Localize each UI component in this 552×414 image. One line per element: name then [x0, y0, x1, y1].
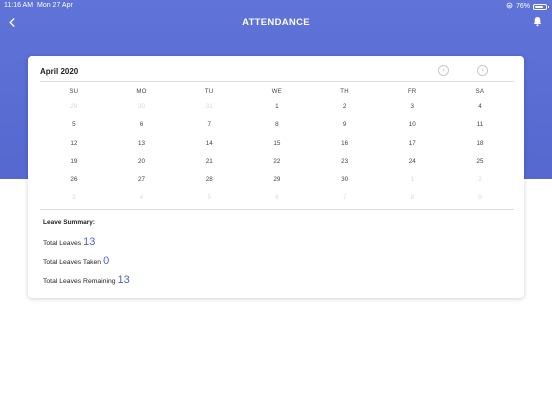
leaves-taken-row: Total Leaves Taken 0 [43, 255, 109, 267]
summary-title: Leave Summary: [43, 219, 96, 226]
leaves-taken-value: 0 [103, 255, 110, 267]
calendar-day[interactable]: 9 [311, 120, 379, 138]
calendar-day[interactable]: 18 [446, 139, 514, 157]
weekday-label: TH [340, 89, 349, 95]
calendar-day[interactable]: 27 [108, 175, 176, 193]
calendar-day[interactable]: 22 [243, 157, 311, 175]
battery-percent: 76% [515, 3, 530, 10]
calendar-day[interactable]: 7 [175, 120, 243, 138]
calendar-day-outside-month[interactable]: 29 [40, 102, 108, 120]
calendar-day[interactable]: 1 [243, 102, 311, 120]
leaves-remaining-label: Total Leaves Remaining [43, 278, 116, 285]
nav-bar: ATTENDANCE [0, 12, 552, 34]
summary-divider [40, 209, 514, 210]
rotation-lock-icon [506, 2, 513, 11]
bell-icon [533, 14, 542, 32]
calendar-week-row: 12 13 14 15 16 17 18 [40, 139, 514, 157]
weekday-header: SU MO TU WE TH FR SA [40, 89, 514, 95]
calendar-day[interactable]: 28 [175, 175, 243, 193]
total-leaves-value: 13 [83, 236, 96, 248]
calendar-day[interactable]: 30 [311, 175, 379, 193]
total-leaves-label: Total Leaves [43, 240, 82, 247]
calendar-day[interactable]: 11 [446, 120, 514, 138]
calendar-day-outside-month[interactable]: 1 [378, 175, 446, 193]
calendar-week-row: 19 20 21 22 23 24 25 [40, 157, 514, 175]
calendar-day[interactable]: 8 [243, 120, 311, 138]
calendar-day[interactable]: 5 [40, 120, 108, 138]
status-right: 76% [506, 2, 549, 11]
calendar-day[interactable]: 2 [311, 102, 379, 120]
calendar-day[interactable]: 26 [40, 175, 108, 193]
calendar-grid: 29 30 31 1 2 3 4 5 6 7 8 9 10 11 12 13 14 15 16 17 18 19 20 21 2… [40, 102, 514, 212]
calendar-day[interactable]: 25 [446, 157, 514, 175]
calendar-day[interactable]: 23 [311, 157, 379, 175]
calendar-day[interactable]: 17 [378, 139, 446, 157]
calendar-day[interactable]: 16 [311, 139, 379, 157]
calendar-day[interactable]: 15 [243, 139, 311, 157]
calendar-day-outside-month[interactable]: 30 [108, 102, 176, 120]
status-time: 11:16 AM [4, 2, 34, 9]
chevron-right-icon: › [481, 67, 484, 74]
calendar-day[interactable]: 24 [378, 157, 446, 175]
calendar-day[interactable]: 14 [175, 139, 243, 157]
calendar-day[interactable]: 3 [378, 102, 446, 120]
page-title: ATTENDANCE [242, 17, 310, 28]
notifications-button[interactable] [529, 14, 545, 32]
calendar-day[interactable]: 10 [378, 120, 446, 138]
weekday-label: SA [475, 89, 485, 95]
battery-icon [533, 3, 549, 10]
weekday-label: FR [407, 89, 417, 95]
calendar-day-outside-month[interactable]: 31 [175, 102, 243, 120]
calendar-day[interactable]: 4 [446, 102, 514, 120]
leaves-taken-label: Total Leaves Taken [43, 259, 102, 266]
leaves-remaining-row: Total Leaves Remaining 13 [43, 274, 130, 286]
calendar-day[interactable]: 19 [40, 157, 108, 175]
next-month-button[interactable]: › [477, 65, 488, 76]
battery-fill [535, 5, 543, 8]
calendar-day[interactable]: 6 [108, 120, 176, 138]
chevron-left-icon: ‹ [442, 67, 445, 74]
calendar-week-row: 29 30 31 1 2 3 4 [40, 102, 514, 120]
weekday-label: WE [271, 89, 283, 95]
calendar-day[interactable]: 13 [108, 139, 176, 157]
calendar-day[interactable]: 21 [175, 157, 243, 175]
weekday-label: TU [204, 89, 214, 95]
total-leaves-row: Total Leaves 13 [43, 236, 95, 248]
calendar-divider [40, 81, 514, 82]
calendar-day[interactable]: 12 [40, 139, 108, 157]
prev-month-button[interactable]: ‹ [438, 65, 449, 76]
calendar-week-row: 5 6 7 8 9 10 11 [40, 120, 514, 138]
weekday-label: MO [136, 89, 147, 95]
attendance-card: April 2020 ‹ › SU MO TU WE TH FR SA 29 30 31 1 2 3 4… [28, 56, 524, 298]
leaves-remaining-value: 13 [117, 274, 130, 286]
calendar-day-outside-month[interactable]: 2 [446, 175, 514, 193]
status-bar: 11:16 AM Mon 27 Apr 76% [0, 0, 552, 12]
weekday-label: SU [69, 89, 79, 95]
status-date: Mon 27 Apr [37, 2, 73, 9]
calendar-day[interactable]: 20 [108, 157, 176, 175]
calendar-week-row: 26 27 28 29 30 1 2 [40, 175, 514, 193]
month-label: April 2020 [40, 67, 79, 76]
calendar-day[interactable]: 29 [243, 175, 311, 193]
